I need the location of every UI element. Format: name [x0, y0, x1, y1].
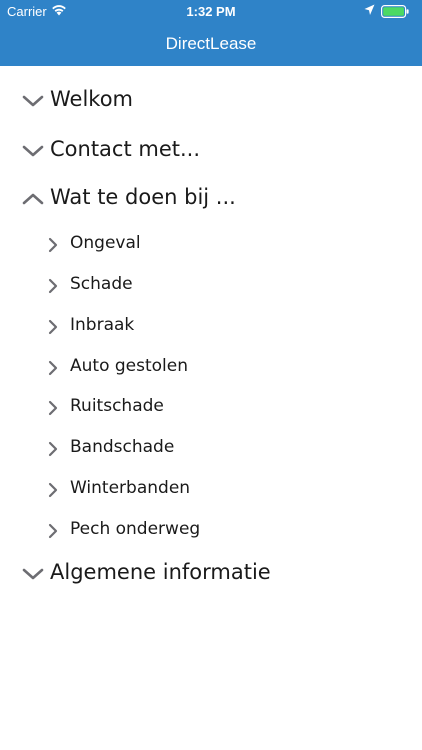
menu-item-algemene-informatie[interactable]: Algemene informatie: [0, 560, 422, 590]
submenu-item-pech-onderweg[interactable]: Pech onderweg: [0, 519, 422, 545]
status-time: 1:32 PM: [186, 4, 236, 19]
chevron-down-icon: [22, 566, 44, 585]
submenu-item-schade[interactable]: Schade: [0, 274, 422, 300]
chevron-down-icon: [22, 143, 44, 162]
status-bar: Carrier 1:32 PM: [0, 0, 422, 24]
chevron-right-icon: [48, 278, 58, 298]
submenu-item-label: Inbraak: [70, 315, 135, 335]
submenu-item-ruitschade[interactable]: Ruitschade: [0, 396, 422, 422]
chevron-right-icon: [48, 523, 58, 543]
menu-item-wat-te-doen[interactable]: Wat te doen bij ...: [0, 185, 422, 215]
location-arrow-icon: [364, 4, 375, 19]
submenu-item-label: Bandschade: [70, 437, 175, 457]
submenu-item-label: Pech onderweg: [70, 519, 201, 539]
submenu-item-auto-gestolen[interactable]: Auto gestolen: [0, 356, 422, 382]
submenu-item-bandschade[interactable]: Bandschade: [0, 437, 422, 463]
submenu-item-inbraak[interactable]: Inbraak: [0, 315, 422, 341]
submenu-item-label: Ruitschade: [70, 396, 164, 416]
menu-item-label: Contact met...: [50, 137, 201, 161]
submenu-item-winterbanden[interactable]: Winterbanden: [0, 478, 422, 504]
chevron-right-icon: [48, 319, 58, 339]
battery-icon: [381, 5, 409, 21]
submenu-item-label: Auto gestolen: [70, 356, 189, 376]
submenu-item-label: Winterbanden: [70, 478, 191, 498]
nav-title: DirectLease: [165, 34, 257, 53]
chevron-up-icon: [22, 191, 44, 210]
chevron-down-icon: [22, 93, 44, 112]
chevron-right-icon: [48, 237, 58, 257]
submenu-item-label: Schade: [70, 274, 133, 294]
chevron-right-icon: [48, 482, 58, 502]
menu-item-contact[interactable]: Contact met...: [0, 137, 422, 167]
header-bar: Carrier 1:32 PM DirectLease: [0, 0, 422, 66]
menu-item-welkom[interactable]: Welkom: [0, 87, 422, 117]
submenu-item-ongeval[interactable]: Ongeval: [0, 233, 422, 259]
chevron-right-icon: [48, 360, 58, 380]
chevron-right-icon: [48, 400, 58, 420]
menu-item-label: Algemene informatie: [50, 560, 271, 584]
menu-item-label: Welkom: [50, 87, 134, 111]
menu-item-label: Wat te doen bij ...: [50, 185, 236, 209]
submenu-item-label: Ongeval: [70, 233, 141, 253]
chevron-right-icon: [48, 441, 58, 461]
